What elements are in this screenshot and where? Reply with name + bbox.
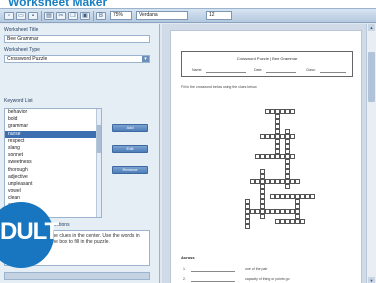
clues-heading: Across: [181, 255, 195, 260]
crossword-cell: [285, 129, 290, 134]
preview-pane: Crossword Puzzle | Bee Grammar Name: Dat…: [162, 24, 376, 283]
crossword-cell: [255, 209, 260, 214]
list-item[interactable]: slang: [5, 145, 101, 152]
class-line: [320, 72, 346, 73]
crossword-cell: [245, 204, 250, 209]
list-item[interactable]: grammar: [5, 123, 101, 130]
crossword-cell: [245, 224, 250, 229]
font-select[interactable]: Verdana: [136, 11, 188, 20]
crossword-cell: [290, 109, 295, 114]
print-icon[interactable]: ▤: [44, 12, 54, 20]
list-item[interactable]: adjective: [5, 174, 101, 181]
scroll-down-icon[interactable]: ▼: [368, 277, 375, 283]
scrollbar-thumb[interactable]: [97, 125, 101, 153]
date-label: Date:: [254, 68, 263, 72]
crossword-cell: [285, 149, 290, 154]
bold-icon[interactable]: B: [96, 12, 106, 20]
remove-keyword-button[interactable]: Remove: [112, 166, 148, 174]
name-label: Name:: [192, 68, 203, 72]
crossword-cell: [295, 179, 300, 184]
title-field[interactable]: Bee Grammar: [4, 35, 150, 43]
type-select-value: Crossword Puzzle: [7, 56, 48, 62]
scroll-up-icon[interactable]: ▲: [368, 24, 375, 31]
crossword-cell: [295, 204, 300, 209]
crossword-cell: [285, 184, 290, 189]
cut-icon[interactable]: ✂: [56, 12, 66, 20]
open-icon[interactable]: ▭: [16, 12, 26, 20]
keywords-label: Keyword List: [4, 98, 33, 104]
save-icon[interactable]: ▪: [28, 12, 38, 20]
clue-number: 2.: [183, 277, 186, 281]
clue-text: capacity of thing or points go: [245, 277, 290, 281]
add-keyword-button[interactable]: Add: [112, 124, 148, 132]
list-item[interactable]: sonnet: [5, 152, 101, 159]
crossword-cell: [260, 174, 265, 179]
crossword-cell: [270, 134, 275, 139]
list-item[interactable]: respect: [5, 138, 101, 145]
scrollbar-thumb[interactable]: [368, 52, 375, 102]
chevron-down-icon[interactable]: ▾: [142, 56, 149, 62]
clue-text: one of the pair: [245, 267, 268, 271]
worksheet-header-box: Crossword Puzzle | Bee Grammar Name: Dat…: [181, 51, 353, 77]
crossword-cell: [260, 214, 265, 219]
clue-number: 1.: [183, 267, 186, 271]
title-label: Worksheet Title: [4, 27, 39, 33]
edit-keyword-button[interactable]: Edit: [112, 145, 148, 153]
generate-button[interactable]: [4, 272, 150, 280]
crossword-cell: [290, 219, 295, 224]
toolbar-separator: [93, 11, 94, 21]
preview-scrollbar[interactable]: ▲ ▼: [366, 24, 376, 283]
crossword-cell: [280, 179, 285, 184]
worksheet-preview: Crossword Puzzle | Bee Grammar Name: Dat…: [170, 30, 362, 283]
crossword-cell: [300, 219, 305, 224]
type-select[interactable]: Crossword Puzzle ▾: [4, 55, 150, 63]
worksheet-instructions: Fill in the crossword below using the cl…: [181, 85, 258, 89]
list-item[interactable]: bold: [5, 116, 101, 123]
clue-answer-line: [191, 281, 235, 282]
badge-text: DULT: [0, 218, 59, 245]
crossword-cell: [290, 134, 295, 139]
date-line: [266, 72, 296, 73]
class-label: Class:: [306, 68, 316, 72]
paste-icon[interactable]: ▣: [80, 12, 90, 20]
keyword-list-scrollbar[interactable]: [96, 109, 101, 217]
list-item[interactable]: vowel: [5, 188, 101, 195]
list-item[interactable]: sweetness: [5, 159, 101, 166]
copy-icon[interactable]: ❐: [68, 12, 78, 20]
list-item[interactable]: thorough: [5, 167, 101, 174]
worksheet-app-window: ▫ ▭ ▪ ▤ ✂ ❐ ▣ B 75% Verdana 12 Worksheet…: [0, 8, 376, 283]
new-icon[interactable]: ▫: [4, 12, 14, 20]
list-item-selected[interactable]: nurse: [5, 130, 101, 138]
toolbar-separator: [41, 11, 42, 21]
name-line: [206, 72, 246, 73]
crossword-cell: [290, 154, 295, 159]
list-item[interactable]: behavior: [5, 109, 101, 116]
crossword-cell: [310, 194, 315, 199]
font-size-select[interactable]: 12: [206, 11, 232, 20]
worksheet-title: Crossword Puzzle | Bee Grammar: [236, 56, 298, 61]
type-label: Worksheet Type: [4, 47, 40, 53]
toolbar: ▫ ▭ ▪ ▤ ✂ ❐ ▣ B 75% Verdana 12: [0, 9, 376, 23]
zoom-select[interactable]: 75%: [110, 11, 132, 20]
clue-answer-line: [191, 271, 235, 272]
list-item[interactable]: unpleasant: [5, 181, 101, 188]
